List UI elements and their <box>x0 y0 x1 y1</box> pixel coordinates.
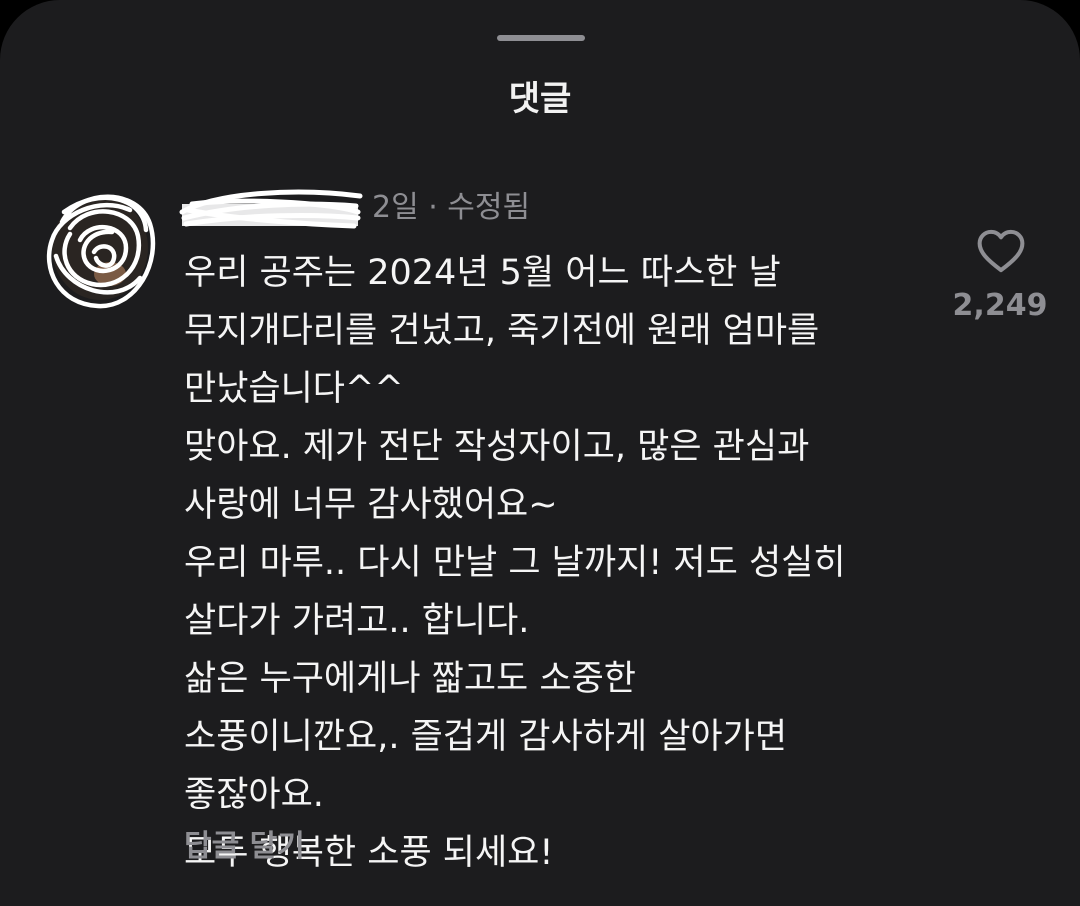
sheet-title: 댓글 <box>508 79 572 119</box>
comment-line: 우리 공주는 2024년 5월 어느 따스한 날 <box>184 253 781 293</box>
comment-line: 만났습니다^^ <box>184 369 404 409</box>
drag-handle[interactable] <box>497 35 585 41</box>
avatar[interactable] <box>40 182 160 312</box>
comment-line: 소풍이니깐요,. 즐겁게 감사하게 살아가면 <box>184 717 788 757</box>
comment-line: 맞아요. 제가 전단 작성자이고, 많은 관심과 <box>184 427 810 467</box>
comment-line: 삶은 누구에게나 짧고도 소중한 <box>184 659 636 699</box>
comment-text: 우리 공주는 2024년 5월 어느 따스한 날 무지개다리를 건넜고, 죽기전… <box>184 244 924 882</box>
comment-line: 좋잖아요. <box>184 775 324 815</box>
comment-line: 무지개다리를 건넜고, 죽기전에 원래 엄마를 <box>184 311 820 351</box>
comment-line: 사랑에 너무 감사했어요~ <box>184 485 558 525</box>
reply-button[interactable]: 답글 달기 <box>184 822 305 872</box>
comments-sheet: 댓글 2일 · 수정됨 우리 공주는 2024년 5월 어느 따스한 날 무지개… <box>0 0 1080 906</box>
like-count: 2,249 <box>952 288 1048 323</box>
comment-meta: 2일 · 수정됨 <box>372 190 531 225</box>
heart-icon[interactable] <box>974 224 1028 278</box>
comment-line: 우리 마루.. 다시 만날 그 날까지! 저도 성실히 <box>184 543 846 583</box>
username-redacted[interactable] <box>178 184 364 232</box>
comment-line: 살다가 가려고.. 합니다. <box>184 601 530 641</box>
